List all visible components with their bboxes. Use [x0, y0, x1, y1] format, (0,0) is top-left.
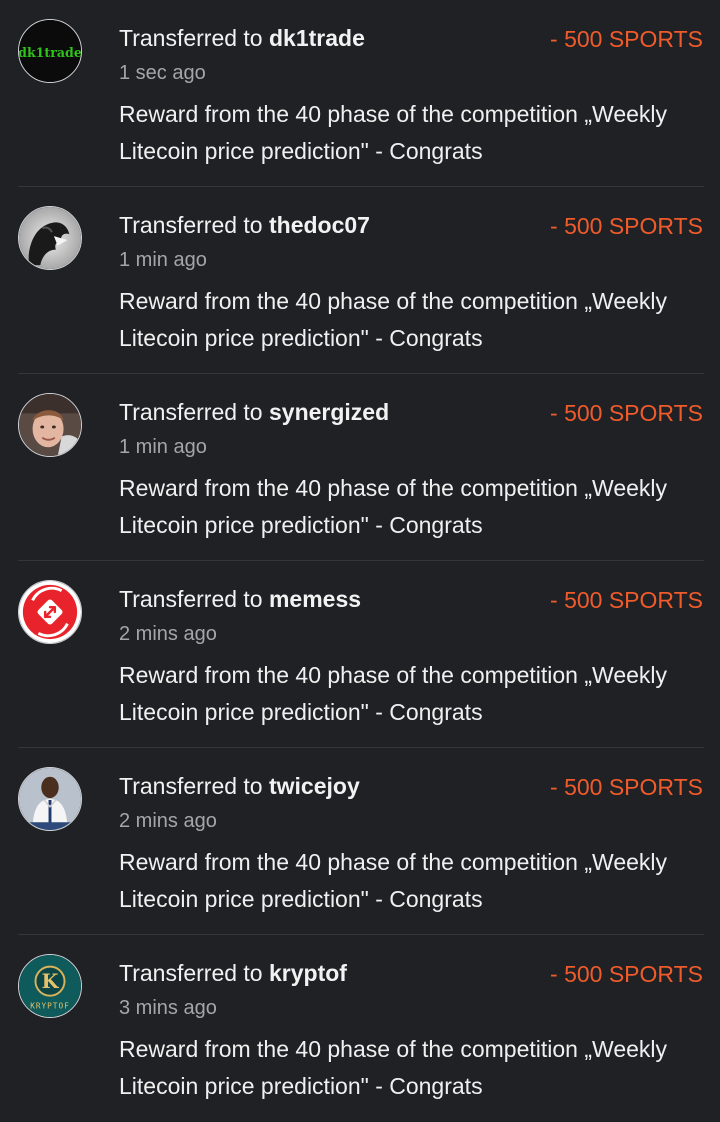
- transfer-memo: Reward from the 40 phase of the competit…: [119, 1036, 668, 1099]
- avatar-memess[interactable]: [18, 580, 82, 644]
- transfer-item: Transferred to twicejoy - 500 SPORTS 2 m…: [0, 748, 720, 935]
- transfer-amount: - 500 SPORTS: [550, 961, 703, 987]
- red-arrows-logo-icon: [19, 581, 81, 643]
- transfer-prefix: Transferred to: [119, 399, 263, 425]
- transfer-memo: Reward from the 40 phase of the competit…: [119, 662, 668, 725]
- avatar-thedoc07[interactable]: [18, 206, 82, 270]
- avatar-twicejoy[interactable]: [18, 767, 82, 831]
- transfer-item: Transferred to synergized - 500 SPORTS 1…: [0, 374, 720, 561]
- recipient-username[interactable]: kryptof: [269, 960, 347, 986]
- recipient-username[interactable]: twicejoy: [269, 773, 360, 799]
- transfer-title: Transferred to memess: [119, 585, 361, 613]
- transfer-amount: - 500 SPORTS: [550, 26, 703, 52]
- recipient-username[interactable]: dk1trade: [269, 25, 365, 51]
- dk1trade-logo: dk1trade: [19, 20, 81, 82]
- recipient-username[interactable]: synergized: [269, 399, 389, 425]
- transfer-time: 2 mins ago: [119, 810, 217, 832]
- transfer-amount: - 500 SPORTS: [550, 774, 703, 800]
- transfer-item: K KRYPTOF Transferred to kryptof - 500 S…: [0, 935, 720, 1122]
- transfer-time: 3 mins ago: [119, 997, 217, 1019]
- recipient-username[interactable]: memess: [269, 586, 361, 612]
- transfer-title: Transferred to thedoc07: [119, 211, 370, 239]
- transfer-memo: Reward from the 40 phase of the competit…: [119, 101, 668, 164]
- transfer-amount: - 500 SPORTS: [550, 213, 703, 239]
- transfer-amount: - 500 SPORTS: [550, 587, 703, 613]
- transfer-time: 2 mins ago: [119, 623, 217, 645]
- transfer-prefix: Transferred to: [119, 212, 263, 238]
- person-photo-icon: [19, 394, 81, 456]
- transfer-item: Transferred to thedoc07 - 500 SPORTS 1 m…: [0, 187, 720, 374]
- transfer-prefix: Transferred to: [119, 960, 263, 986]
- transfer-title: Transferred to kryptof: [119, 959, 347, 987]
- transfer-prefix: Transferred to: [119, 773, 263, 799]
- transfer-item: dk1trade Transferred to dk1trade - 500 S…: [0, 0, 720, 187]
- transfer-title: Transferred to synergized: [119, 398, 389, 426]
- lion-photo-icon: [19, 207, 81, 269]
- transfer-time: 1 min ago: [119, 249, 207, 271]
- svg-text:KRYPTOF: KRYPTOF: [30, 1001, 69, 1010]
- transfer-amount: - 500 SPORTS: [550, 400, 703, 426]
- transfer-memo: Reward from the 40 phase of the competit…: [119, 849, 668, 912]
- kryptof-logo: K KRYPTOF: [19, 955, 81, 1017]
- avatar-synergized[interactable]: [18, 393, 82, 457]
- transfer-title: Transferred to twicejoy: [119, 772, 360, 800]
- transfer-time: 1 min ago: [119, 436, 207, 458]
- recipient-username[interactable]: thedoc07: [269, 212, 370, 238]
- transfer-memo: Reward from the 40 phase of the competit…: [119, 288, 668, 351]
- transfer-prefix: Transferred to: [119, 25, 263, 51]
- transfer-item: Transferred to memess - 500 SPORTS 2 min…: [0, 561, 720, 748]
- transfer-memo: Reward from the 40 phase of the competit…: [119, 475, 668, 538]
- transfer-prefix: Transferred to: [119, 586, 263, 612]
- svg-text:K: K: [42, 970, 60, 993]
- avatar-kryptof[interactable]: K KRYPTOF: [18, 954, 82, 1018]
- svg-text:dk1trade: dk1trade: [19, 45, 81, 60]
- person-photo-icon: [19, 768, 81, 830]
- transfer-title: Transferred to dk1trade: [119, 24, 365, 52]
- transfer-time: 1 sec ago: [119, 62, 206, 84]
- avatar-dk1trade[interactable]: dk1trade: [18, 19, 82, 83]
